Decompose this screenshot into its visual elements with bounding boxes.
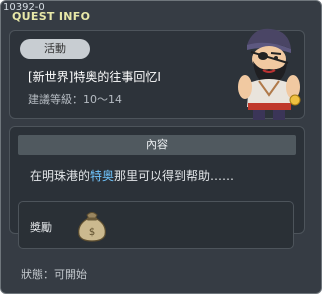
money-bag-icon[interactable]: $ — [75, 207, 109, 243]
category-badge: 活動 — [20, 39, 90, 59]
reward-label: 獎勵 — [30, 221, 52, 234]
recommended-level: 建議等級：10～14 — [28, 93, 122, 106]
content-panel: 內容 在明珠港的特奥那里可以得到帮助…… 獎勵 $ — [9, 126, 305, 249]
content-text-after: 那里可以得到帮助…… — [114, 169, 235, 183]
quest-status: 狀態：可開始 — [21, 268, 87, 281]
npc-name-link[interactable]: 特奥 — [90, 169, 114, 183]
svg-text:$: $ — [89, 227, 95, 238]
window-title: QUEST INFO — [12, 10, 91, 23]
reward-box: 獎勵 $ — [18, 201, 294, 249]
npc-portrait-icon — [238, 28, 301, 120]
content-text-before: 在明珠港的 — [30, 169, 91, 183]
quest-name: [新世界]特奥的往事回忆I — [28, 70, 161, 84]
quest-info-window: 10392-0 QUEST INFO 活動 [新世界]特奥的往事回忆I 建議等級… — [0, 0, 322, 294]
content-text: 在明珠港的特奥那里可以得到帮助…… — [30, 167, 234, 184]
content-header: 內容 — [18, 135, 296, 155]
